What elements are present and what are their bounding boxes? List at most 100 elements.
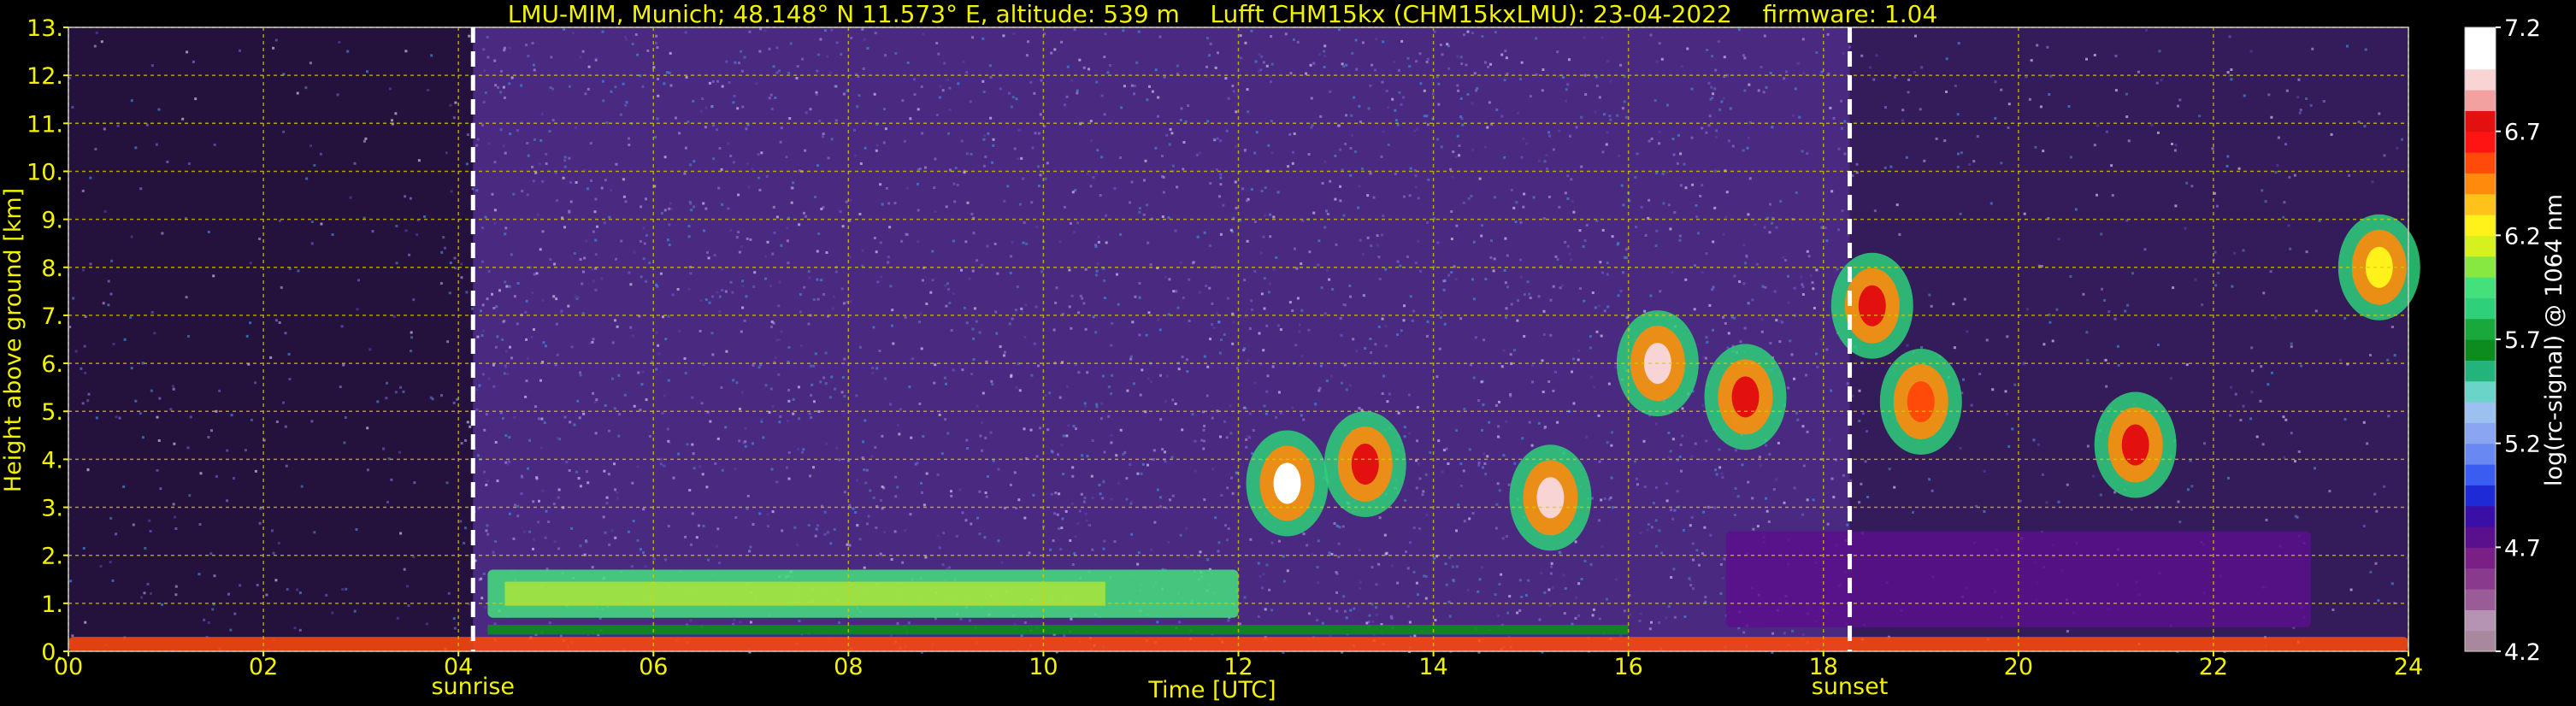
noise-pixel [1162, 175, 1165, 179]
noise-pixel [1529, 297, 1532, 299]
noise-pixel [150, 64, 154, 68]
noise-pixel [610, 189, 613, 191]
noise-pixel [1152, 458, 1155, 461]
noise-pixel [110, 259, 114, 262]
noise-pixel [481, 124, 484, 126]
noise-pixel [1543, 160, 1547, 163]
noise-pixel [1472, 240, 1476, 244]
noise-pixel [1583, 560, 1587, 562]
noise-pixel [863, 38, 866, 41]
noise-pixel [524, 310, 528, 314]
noise-pixel [879, 552, 882, 556]
noise-pixel [787, 477, 791, 480]
noise-pixel [1721, 577, 1724, 580]
noise-pixel [1547, 588, 1551, 591]
noise-pixel [593, 401, 597, 404]
noise-pixel [1525, 142, 1529, 145]
noise-pixel [1158, 328, 1162, 332]
noise-pixel [770, 326, 773, 328]
noise-pixel [528, 530, 532, 533]
noise-pixel [1541, 89, 1544, 92]
noise-pixel [159, 487, 162, 491]
noise-pixel [475, 144, 479, 147]
noise-pixel [1098, 484, 1101, 486]
noise-pixel [2211, 147, 2214, 150]
noise-pixel [1109, 64, 1112, 67]
noise-pixel [1227, 527, 1230, 530]
noise-pixel [916, 462, 919, 465]
noise-pixel [1564, 240, 1567, 244]
noise-pixel [885, 186, 888, 190]
noise-pixel [581, 312, 585, 315]
noise-pixel [1747, 480, 1750, 484]
noise-pixel [1199, 151, 1201, 155]
noise-pixel [1249, 538, 1253, 541]
noise-pixel [1394, 119, 1398, 122]
noise-pixel [1206, 120, 1210, 123]
noise-pixel [2255, 435, 2259, 438]
noise-pixel [896, 485, 899, 489]
noise-pixel [1957, 152, 1960, 156]
noise-pixel [1447, 274, 1451, 277]
noise-pixel [1914, 34, 1917, 38]
y-tick-label: 12. [27, 63, 63, 90]
noise-pixel [882, 141, 886, 144]
noise-pixel [585, 540, 588, 544]
noise-pixel [475, 409, 479, 411]
noise-pixel [483, 428, 486, 432]
noise-pixel [1603, 309, 1606, 313]
noise-pixel [729, 280, 733, 284]
noise-pixel [282, 130, 286, 133]
noise-pixel [1714, 468, 1718, 472]
noise-pixel [2105, 130, 2108, 133]
x-axis-label: Time [UTC] [1147, 677, 1276, 703]
noise-pixel [1133, 92, 1135, 96]
noise-pixel [1847, 384, 1850, 387]
noise-pixel [1692, 558, 1695, 562]
noise-pixel [1471, 102, 1474, 105]
noise-pixel [406, 585, 410, 588]
noise-pixel [1070, 221, 1072, 225]
noise-pixel [1725, 191, 1729, 194]
noise-pixel [1775, 226, 1778, 229]
noise-pixel [899, 408, 902, 411]
noise-pixel [655, 283, 657, 286]
noise-pixel [1516, 611, 1519, 615]
noise-pixel [1414, 174, 1418, 178]
noise-pixel [1566, 174, 1570, 178]
noise-pixel [1381, 80, 1384, 84]
noise-pixel [1085, 519, 1088, 522]
noise-pixel [740, 69, 744, 73]
noise-pixel [788, 117, 792, 120]
noise-pixel [258, 521, 262, 525]
noise-pixel [1139, 393, 1142, 397]
noise-pixel [1654, 244, 1658, 247]
noise-pixel [918, 312, 922, 315]
noise-pixel [1425, 61, 1429, 64]
noise-pixel [1719, 562, 1723, 566]
noise-pixel [887, 256, 890, 259]
noise-pixel [476, 335, 480, 338]
noise-pixel [1291, 309, 1294, 312]
noise-pixel [539, 248, 542, 251]
noise-pixel [1288, 301, 1292, 304]
noise-pixel [1032, 493, 1035, 497]
noise-pixel [1302, 418, 1306, 421]
noise-pixel [1600, 498, 1603, 502]
noise-pixel [716, 437, 720, 440]
noise-pixel [1215, 168, 1218, 171]
noise-pixel [1277, 391, 1281, 394]
noise-pixel [1760, 66, 1763, 69]
noise-pixel [692, 99, 695, 103]
noise-pixel [864, 481, 868, 485]
colorbar-segment [2465, 505, 2496, 527]
noise-pixel [537, 417, 540, 421]
noise-pixel [917, 209, 920, 212]
noise-pixel [2250, 346, 2254, 350]
noise-pixel [873, 237, 876, 239]
noise-pixel [1049, 548, 1052, 551]
noise-pixel [556, 199, 559, 203]
noise-pixel [1552, 389, 1555, 392]
noise-pixel [1747, 302, 1750, 304]
noise-pixel [2217, 271, 2220, 274]
